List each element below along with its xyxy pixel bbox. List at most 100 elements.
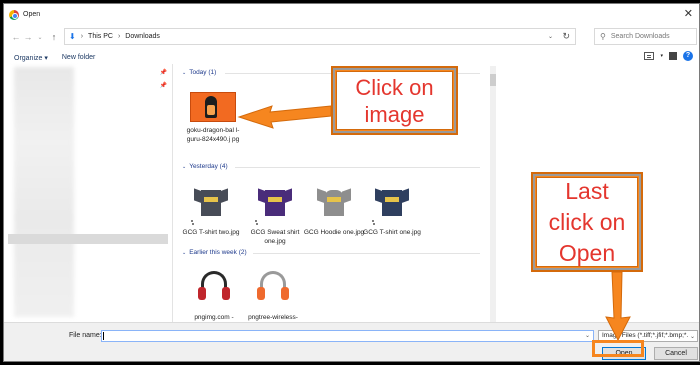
file-name-dropdown-icon[interactable]: ⌄: [585, 332, 590, 339]
breadcrumb-downloads[interactable]: Downloads: [125, 33, 160, 40]
image-thumbnail: [252, 178, 298, 225]
file-type-dropdown-icon: ⌄: [687, 332, 695, 341]
group-label: Earlier this week (2): [189, 249, 247, 256]
toolbar: Organize ▾ New folder ▾ ?: [4, 50, 699, 65]
file-name: GCG Sweat shirt one.jpg: [250, 229, 300, 245]
forward-arrow-icon[interactable]: →: [22, 32, 34, 42]
ear-cup: [281, 287, 289, 300]
preview-pane-icon[interactable]: [669, 52, 677, 60]
click-image-text: Click on image: [336, 71, 453, 130]
vertical-scrollbar[interactable]: [490, 66, 496, 322]
downloads-icon: ⬇: [69, 32, 76, 41]
more-options-icon: [255, 220, 258, 225]
title-bar: Open ✕: [4, 4, 699, 25]
organize-label: Organize: [14, 54, 43, 62]
shirt-logo: [204, 197, 218, 202]
file-item-hoodie[interactable]: GCG Hoodie one.jpg: [303, 178, 365, 237]
open-button-highlight: [592, 340, 644, 357]
search-icon: ⚲: [600, 32, 606, 41]
group-header-earlier[interactable]: ⌄ Earlier this week (2): [182, 249, 247, 256]
figure-shape: [205, 96, 217, 118]
breadcrumb-separator: ›: [80, 33, 84, 40]
file-name: GCG Hoodie one.jpg: [303, 229, 365, 236]
group-label: Today (1): [189, 69, 217, 76]
file-item-pngimg[interactable]: pngimg.com -: [183, 263, 245, 322]
group-header-yesterday[interactable]: ⌄ Yesterday (4): [182, 163, 228, 170]
text-caret: [103, 332, 104, 340]
image-thumbnail: [190, 92, 236, 122]
collapse-chevron-icon: ⌄: [182, 69, 187, 76]
scrollbar-thumb[interactable]: [490, 74, 496, 86]
back-arrow-icon[interactable]: ←: [10, 32, 22, 42]
address-dropdown-icon[interactable]: ⌄: [548, 33, 553, 40]
refresh-icon[interactable]: ↻: [562, 31, 570, 42]
file-name: pngimg.com -: [194, 314, 234, 321]
image-thumbnail: [191, 263, 237, 309]
up-arrow-icon[interactable]: ↑: [48, 32, 60, 42]
window-title: Open: [23, 11, 41, 18]
new-folder-button[interactable]: New folder: [62, 54, 95, 61]
navigation-pane[interactable]: 📌 📌: [8, 64, 173, 322]
address-bar[interactable]: ⬇ › This PC › Downloads ⌄ ↻: [64, 28, 576, 45]
hoodie-image: [317, 186, 351, 216]
collapse-chevron-icon: ⌄: [182, 249, 187, 256]
image-thumbnail: [311, 178, 357, 224]
view-dropdown-icon[interactable]: ▾: [660, 53, 663, 59]
group-header-today[interactable]: ⌄ Today (1): [182, 69, 216, 76]
image-thumbnail: [250, 263, 296, 309]
file-name: GCG T-shirt one.jpg: [363, 229, 421, 236]
file-name: GCG T-shirt two.jpg: [182, 229, 240, 236]
help-icon[interactable]: ?: [683, 51, 693, 61]
chrome-icon: [9, 9, 19, 20]
search-input[interactable]: ⚲ Search Downloads: [594, 28, 697, 45]
shirt-logo: [268, 197, 282, 202]
more-options-icon: [191, 220, 194, 225]
cancel-button[interactable]: Cancel: [654, 347, 698, 360]
headphone-image: [256, 269, 290, 303]
sleeve: [283, 188, 292, 204]
tshirt-image: [375, 186, 409, 216]
file-name: pngtree-wireless-: [248, 314, 298, 321]
shirt-body: [201, 190, 221, 216]
ear-cup: [198, 287, 206, 300]
change-view-icon[interactable]: [644, 52, 655, 60]
pin-icon[interactable]: 📌: [160, 82, 167, 89]
file-name-input[interactable]: ⌄: [101, 330, 594, 342]
tshirt-image: [194, 186, 228, 216]
group-label: Yesterday (4): [189, 163, 228, 170]
file-item-sweat-shirt[interactable]: GCG Sweat shirt one.jpg: [244, 178, 306, 246]
shirt-logo: [327, 197, 341, 202]
group-divider: [253, 253, 480, 254]
breadcrumb-separator: ›: [117, 33, 121, 40]
image-thumbnail: [369, 178, 415, 225]
shirt-body: [265, 190, 285, 216]
recent-locations-chevron-icon[interactable]: ⌄: [34, 34, 46, 41]
file-item-tshirt-one[interactable]: GCG T-shirt one.jpg: [361, 178, 423, 237]
image-thumbnail: [188, 178, 234, 225]
selected-nav-item[interactable]: [8, 234, 168, 244]
file-item-pngtree[interactable]: pngtree-wireless-: [242, 263, 304, 322]
close-button[interactable]: ✕: [684, 7, 693, 20]
sleeve: [342, 188, 351, 204]
file-type-value: Image Files (*.tiff;*.jfif;*.bmp;*.g: [602, 332, 692, 339]
shirt-body: [324, 190, 344, 216]
sleeve: [219, 188, 228, 204]
file-item-tshirt-two[interactable]: GCG T-shirt two.jpg: [180, 178, 242, 237]
ear-cup: [257, 287, 265, 300]
blurred-nav-items: [14, 67, 74, 317]
sleeve: [400, 188, 409, 204]
organize-button[interactable]: Organize ▾: [14, 54, 48, 62]
ear-cup: [222, 287, 230, 300]
breadcrumb-this-pc[interactable]: This PC: [88, 33, 113, 40]
shirt-body: [382, 190, 402, 216]
pin-icon[interactable]: 📌: [160, 69, 167, 76]
last-click-text: Last click on Open: [536, 177, 638, 267]
sweatshirt-image: [258, 186, 292, 216]
navigation-bar: ← → ⌄ ↑ ⬇ › This PC › Downloads ⌄ ↻ ⚲ Se…: [4, 25, 699, 49]
more-options-icon: [372, 220, 375, 225]
search-placeholder: Search Downloads: [610, 33, 670, 40]
file-item-goku[interactable]: goku-dragon-bal l-guru-824x490.j pg: [182, 84, 244, 144]
shirt-logo: [385, 197, 399, 202]
collapse-chevron-icon: ⌄: [182, 163, 187, 170]
last-click-callout: Last click on Open: [531, 172, 643, 272]
